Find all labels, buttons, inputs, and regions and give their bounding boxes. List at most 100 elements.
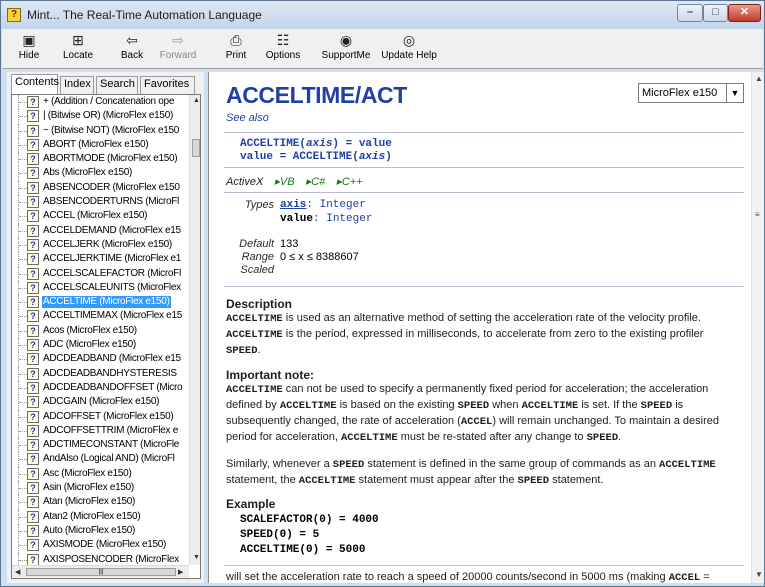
- tree-item-label: ABSENCODER (MicroFlex e150: [43, 181, 180, 193]
- tree-item[interactable]: ? ADCTIMECONSTANT (MicroFle: [12, 438, 189, 453]
- back-arrow-icon: ⇦: [126, 32, 138, 48]
- axis-type-link[interactable]: axis: [280, 199, 306, 211]
- tree-item[interactable]: ? ADCDEADBANDHYSTERESIS: [12, 366, 189, 381]
- scroll-grip-icon[interactable]: ≡: [755, 210, 760, 219]
- tree-item[interactable]: ? ABORT (MicroFlex e150): [12, 137, 189, 153]
- back-button[interactable]: ⇦ Back: [116, 32, 148, 61]
- types-label: Types: [244, 199, 274, 211]
- tree-item[interactable]: ? Atan2 (MicroFlex e150): [12, 509, 189, 524]
- help-topic-icon: ?: [27, 96, 39, 108]
- tree-item[interactable]: ? ADCOFFSET (MicroFlex e150): [12, 409, 189, 424]
- type-axis: axis: Integer: [280, 199, 366, 211]
- tree-item[interactable]: ? ACCELJERKTIME (MicroFlex e1: [12, 252, 189, 267]
- tree-item[interactable]: ? ABSENCODERTURNS (MicroFl: [12, 195, 189, 210]
- contents-tree-list: ? + (Addition / Concatenation ope? | (Bitw…: [12, 95, 189, 567]
- tree-item[interactable]: ? ADCGAIN (MicroFlex e150): [12, 395, 189, 410]
- activex-link-cpp[interactable]: C++: [336, 176, 362, 188]
- see-also-link[interactable]: See also: [226, 112, 269, 124]
- tab-index[interactable]: Index: [60, 76, 94, 94]
- tree-item-label: ACCELSCALEUNITS (MicroFlex: [43, 281, 181, 293]
- tree-item[interactable]: ? AndAlso (Logical AND) (MicroFl: [12, 452, 189, 467]
- tab-search[interactable]: Search: [96, 76, 138, 94]
- options-icon: ☷: [276, 32, 290, 48]
- tree-vertical-scroll-thumb[interactable]: [192, 139, 200, 157]
- tree-item-label: ADCDEADBAND (MicroFlex e15: [43, 353, 181, 365]
- example-code-line: SPEED(0) = 5: [240, 529, 320, 541]
- help-window: ? Mint... The Real-Time Automation Langu…: [0, 0, 765, 587]
- help-topic-icon: ?: [27, 482, 39, 495]
- tree-horizontal-scrollbar[interactable]: ◀ ||| ▶: [12, 565, 189, 578]
- tree-item[interactable]: ? Abs (MicroFlex e150): [12, 166, 189, 181]
- chevron-down-icon[interactable]: ▼: [726, 84, 743, 102]
- tree-item[interactable]: ? ACCELSCALEFACTOR (MicroFl: [12, 266, 189, 281]
- tree-item[interactable]: ? ADCDEADBANDOFFSET (Micro: [12, 380, 189, 396]
- tree-item[interactable]: ? AXISMODE (MicroFlex e150): [12, 538, 189, 553]
- toolbar: ▣ Hide ⊞ Locate ⇦ Back ⇨ Forward ⎙ Print…: [2, 29, 763, 69]
- help-topic-icon: ?: [27, 224, 39, 237]
- globe-icon: ◎: [402, 32, 416, 48]
- product-select[interactable]: MicroFlex e150 ▼: [638, 83, 744, 103]
- tree-item[interactable]: ? Acos (MicroFlex e150): [12, 323, 189, 339]
- tree-item[interactable]: ? Asc (MicroFlex e150): [12, 466, 189, 482]
- scroll-left-arrow-icon[interactable]: ◀: [15, 568, 20, 576]
- content-vertical-scrollbar[interactable]: ▲ ≡ ▼: [751, 72, 764, 583]
- activex-link-csharp[interactable]: C#: [306, 176, 326, 188]
- syntax-block: ACCELTIME(axis) = value value = ACCELTIM…: [240, 138, 392, 164]
- tab-favorites[interactable]: Favorites: [140, 76, 195, 94]
- tree-item[interactable]: ? ADCOFFSETTRIM (MicroFlex e: [12, 423, 189, 439]
- tree-item[interactable]: ? ABSENCODER (MicroFlex e150: [12, 180, 189, 196]
- tree-item[interactable]: ? ACCELTIMEMAX (MicroFlex e15: [12, 309, 189, 324]
- range-label: Range: [241, 251, 274, 263]
- example-code-line: ACCELTIME(0) = 5000: [240, 544, 366, 556]
- tree-item[interactable]: ? ACCELDEMAND (MicroFlex e15: [12, 223, 189, 238]
- contents-tree[interactable]: ? + (Addition / Concatenation ope? | (Bitw…: [11, 94, 201, 579]
- tree-item[interactable]: ? ABORTMODE (MicroFlex e150): [12, 152, 189, 167]
- tree-horizontal-scroll-thumb[interactable]: |||: [26, 568, 176, 576]
- scroll-right-arrow-icon[interactable]: ▶: [178, 568, 183, 576]
- description-heading: Description: [226, 297, 293, 311]
- tree-item[interactable]: ? ACCELTIME (MicroFlex e150): [12, 295, 189, 310]
- tree-item[interactable]: ? | (Bitwise OR) (MicroFlex e150): [12, 109, 189, 124]
- tree-vertical-scrollbar[interactable]: ▲ ▼: [189, 95, 200, 565]
- tree-item[interactable]: ? ~ (Bitwise NOT) (MicroFlex e150: [12, 123, 189, 138]
- tree-item[interactable]: ? + (Addition / Concatenation ope: [12, 95, 189, 110]
- tab-contents[interactable]: Contents: [11, 74, 59, 94]
- tree-item[interactable]: ? ACCELJERK (MicroFlex e150): [12, 237, 189, 253]
- scroll-up-arrow-icon[interactable]: ▲: [193, 97, 200, 104]
- tree-item[interactable]: ? Atan (MicroFlex e150): [12, 495, 189, 510]
- minimize-button[interactable]: –: [677, 4, 703, 22]
- syntax-line-1: ACCELTIME(axis) = value: [240, 138, 392, 150]
- tree-item-label: ADCOFFSET (MicroFlex e150): [43, 410, 174, 422]
- activex-link-vb[interactable]: VB: [274, 176, 294, 188]
- tree-item[interactable]: ? Auto (MicroFlex e150): [12, 523, 189, 539]
- maximize-button[interactable]: □: [703, 4, 728, 22]
- page-title: ACCELTIME/ACT: [226, 82, 407, 108]
- activex-row: ActiveX VB C# C++: [226, 175, 363, 188]
- tree-item[interactable]: ? ADC (MicroFlex e150): [12, 338, 189, 353]
- locate-button[interactable]: ⊞ Locate: [58, 32, 98, 61]
- hide-button[interactable]: ▣ Hide: [16, 32, 42, 61]
- print-button[interactable]: ⎙ Print: [220, 32, 252, 61]
- help-topic-icon: ?: [27, 267, 39, 280]
- help-topic-icon: ?: [27, 353, 39, 366]
- update-help-button[interactable]: ◎ Update Help: [379, 32, 439, 61]
- tree-item-label: ABSENCODERTURNS (MicroFl: [43, 196, 179, 208]
- tree-item[interactable]: ? ADCDEADBAND (MicroFlex e15: [12, 352, 189, 367]
- help-topic-icon: ?: [27, 138, 39, 151]
- scroll-down-arrow-icon[interactable]: ▼: [193, 554, 200, 561]
- tree-item-label: | (Bitwise OR) (MicroFlex e150): [43, 110, 173, 122]
- tree-item[interactable]: ? ACCEL (MicroFlex e150): [12, 209, 189, 224]
- tree-item-label: Atan (MicroFlex e150): [43, 496, 136, 508]
- close-button[interactable]: ✕: [728, 4, 761, 22]
- tree-item[interactable]: ? Asin (MicroFlex e150): [12, 481, 189, 496]
- options-label: Options: [265, 50, 301, 61]
- scroll-down-arrow-icon[interactable]: ▼: [755, 570, 763, 579]
- title-bar[interactable]: ? Mint... The Real-Time Automation Langu…: [1, 1, 764, 29]
- options-button[interactable]: ☷ Options: [261, 32, 305, 61]
- tree-item[interactable]: ? ACCELSCALEUNITS (MicroFlex: [12, 280, 189, 296]
- supportme-button[interactable]: ◉ SupportMe: [320, 32, 372, 61]
- forward-button[interactable]: ⇨ Forward: [155, 32, 201, 61]
- divider: [224, 286, 744, 287]
- divider: [224, 192, 744, 193]
- scroll-up-arrow-icon[interactable]: ▲: [755, 74, 763, 83]
